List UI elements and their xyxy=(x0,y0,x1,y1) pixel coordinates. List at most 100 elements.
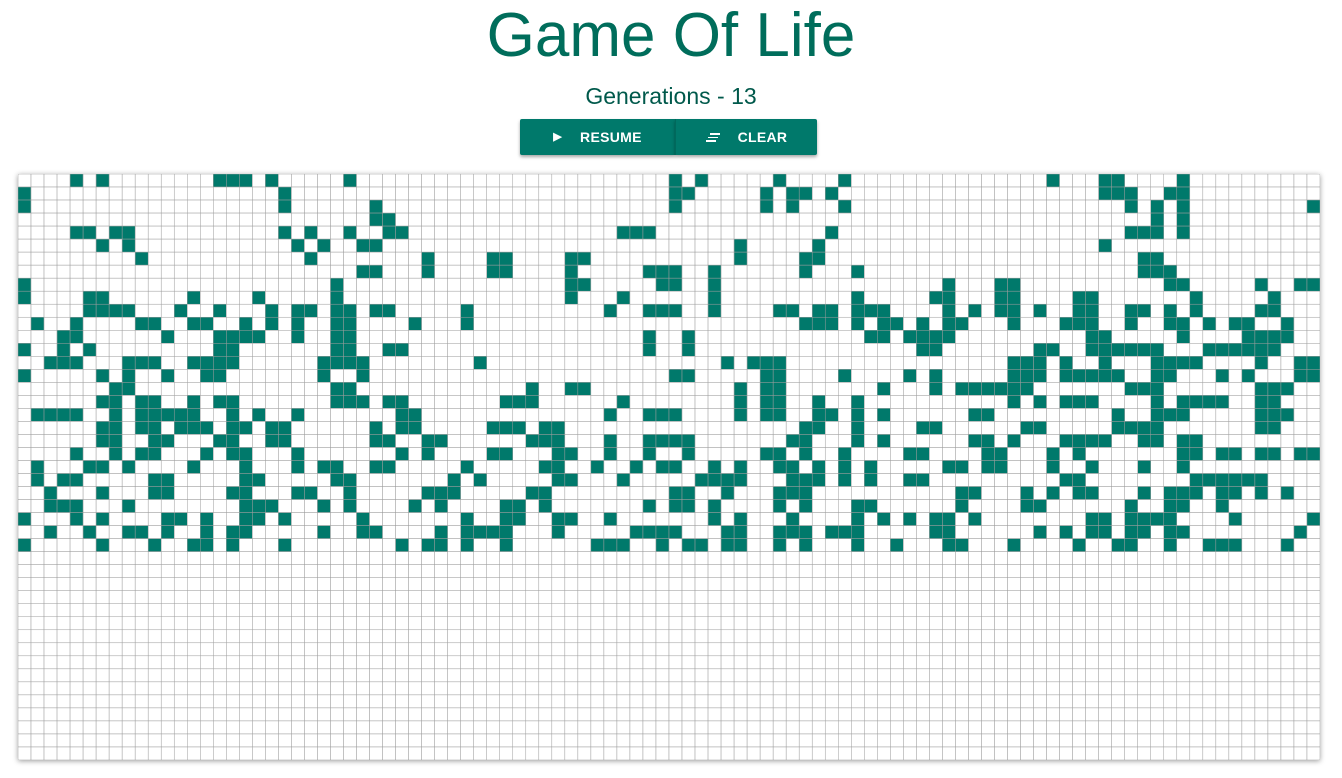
cell-dead[interactable] xyxy=(785,395,800,409)
cell-dead[interactable] xyxy=(147,186,162,201)
cell-dead[interactable] xyxy=(343,186,357,201)
cell-alive[interactable] xyxy=(551,447,566,461)
cell-dead[interactable] xyxy=(395,642,409,657)
cell-dead[interactable] xyxy=(616,603,631,618)
cell-dead[interactable] xyxy=(798,746,813,760)
cell-dead[interactable] xyxy=(746,225,761,240)
cell-alive[interactable] xyxy=(200,316,214,331)
cell-dead[interactable] xyxy=(369,395,383,409)
cell-dead[interactable] xyxy=(655,720,670,735)
cell-dead[interactable] xyxy=(916,733,930,748)
cell-dead[interactable] xyxy=(1124,356,1138,370)
cell-dead[interactable] xyxy=(18,486,32,500)
cell-dead[interactable] xyxy=(942,447,956,461)
cell-dead[interactable] xyxy=(1202,629,1217,644)
cell-alive[interactable] xyxy=(968,408,982,422)
cell-dead[interactable] xyxy=(1202,590,1217,604)
cell-dead[interactable] xyxy=(564,199,579,214)
cell-dead[interactable] xyxy=(69,720,84,735)
cell-dead[interactable] xyxy=(733,668,748,683)
cell-alive[interactable] xyxy=(538,460,553,474)
cell-dead[interactable] xyxy=(903,642,917,657)
cell-alive[interactable] xyxy=(1111,421,1125,435)
cell-dead[interactable] xyxy=(473,225,487,240)
cell-alive[interactable] xyxy=(655,434,670,448)
cell-dead[interactable] xyxy=(69,186,84,201)
cell-dead[interactable] xyxy=(30,199,45,214)
cell-dead[interactable] xyxy=(160,603,175,618)
cell-dead[interactable] xyxy=(838,551,852,565)
cell-dead[interactable] xyxy=(226,316,240,331)
cell-dead[interactable] xyxy=(811,590,826,604)
cell-dead[interactable] xyxy=(369,642,383,657)
cell-dead[interactable] xyxy=(577,642,592,657)
cell-dead[interactable] xyxy=(525,577,540,591)
cell-dead[interactable] xyxy=(525,460,540,474)
cell-dead[interactable] xyxy=(187,590,201,604)
cell-dead[interactable] xyxy=(278,356,292,370)
cell-dead[interactable] xyxy=(291,720,305,735)
cell-dead[interactable] xyxy=(981,277,995,292)
cell-dead[interactable] xyxy=(916,460,930,474)
cell-dead[interactable] xyxy=(1098,473,1112,487)
cell-dead[interactable] xyxy=(577,343,592,357)
cell-dead[interactable] xyxy=(499,408,514,422)
cell-dead[interactable] xyxy=(1280,564,1295,578)
cell-alive[interactable] xyxy=(1085,512,1099,526)
cell-dead[interactable] xyxy=(1124,746,1138,760)
cell-dead[interactable] xyxy=(838,408,852,422)
cell-alive[interactable] xyxy=(642,264,657,279)
cell-dead[interactable] xyxy=(877,486,891,500)
cell-dead[interactable] xyxy=(252,395,266,409)
cell-dead[interactable] xyxy=(551,694,566,709)
cell-dead[interactable] xyxy=(942,616,956,631)
cell-dead[interactable] xyxy=(395,655,409,670)
cell-alive[interactable] xyxy=(1033,395,1047,409)
cell-dead[interactable] xyxy=(173,694,188,709)
cell-dead[interactable] xyxy=(655,343,670,357)
cell-dead[interactable] xyxy=(69,642,84,657)
cell-alive[interactable] xyxy=(968,382,982,396)
cell-dead[interactable] xyxy=(147,330,162,344)
cell-dead[interactable] xyxy=(916,186,930,201)
cell-dead[interactable] xyxy=(512,316,527,331)
cell-alive[interactable] xyxy=(1059,525,1073,539)
cell-dead[interactable] xyxy=(590,746,605,760)
cell-dead[interactable] xyxy=(330,486,344,500)
cell-dead[interactable] xyxy=(655,473,670,487)
cell-alive[interactable] xyxy=(851,434,865,448)
cell-dead[interactable] xyxy=(421,525,435,539)
cell-dead[interactable] xyxy=(69,303,84,318)
cell-dead[interactable] xyxy=(1046,408,1060,422)
cell-dead[interactable] xyxy=(1020,655,1034,670)
cell-dead[interactable] xyxy=(30,681,45,696)
cell-dead[interactable] xyxy=(1085,668,1099,683)
cell-dead[interactable] xyxy=(30,512,45,526)
cell-dead[interactable] xyxy=(1046,616,1060,631)
cell-dead[interactable] xyxy=(160,186,175,201)
cell-dead[interactable] xyxy=(1293,212,1308,227)
cell-dead[interactable] xyxy=(265,447,279,461)
cell-dead[interactable] xyxy=(82,629,97,644)
cell-dead[interactable] xyxy=(1085,538,1099,552)
cell-dead[interactable] xyxy=(265,707,279,722)
cell-dead[interactable] xyxy=(981,642,995,657)
cell-dead[interactable] xyxy=(551,290,566,305)
cell-dead[interactable] xyxy=(629,382,644,396)
cell-dead[interactable] xyxy=(1046,746,1060,760)
cell-dead[interactable] xyxy=(903,277,917,292)
cell-alive[interactable] xyxy=(434,525,448,539)
cell-dead[interactable] xyxy=(1150,525,1165,539)
cell-dead[interactable] xyxy=(1215,577,1230,591)
cell-dead[interactable] xyxy=(955,655,969,670)
cell-alive[interactable] xyxy=(655,525,670,539)
cell-dead[interactable] xyxy=(160,694,175,709)
cell-dead[interactable] xyxy=(551,199,566,214)
cell-dead[interactable] xyxy=(304,264,318,279)
cell-dead[interactable] xyxy=(1306,616,1320,631)
cell-alive[interactable] xyxy=(824,186,839,201)
cell-alive[interactable] xyxy=(1215,499,1230,513)
cell-alive[interactable] xyxy=(395,447,409,461)
cell-dead[interactable] xyxy=(694,277,709,292)
cell-dead[interactable] xyxy=(994,473,1008,487)
